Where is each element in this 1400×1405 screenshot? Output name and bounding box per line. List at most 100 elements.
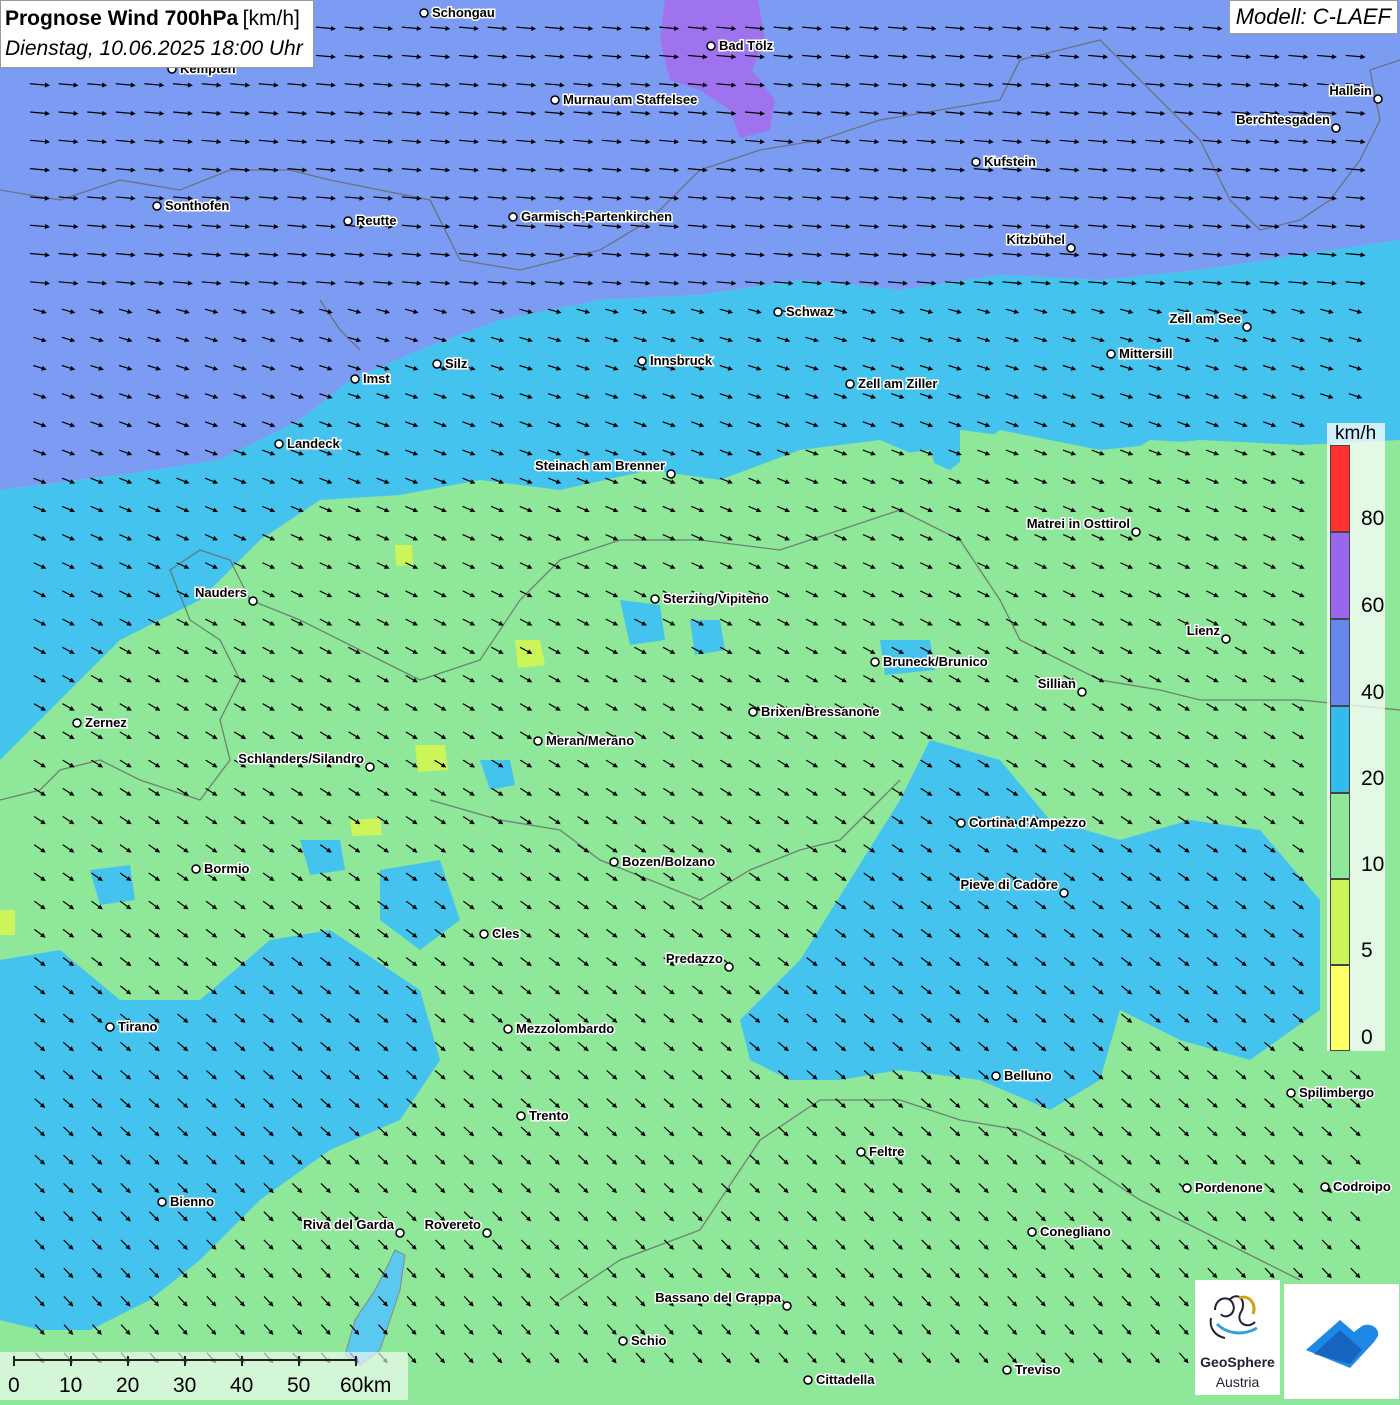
city-dot (1373, 94, 1383, 104)
city-label: Garmisch-Partenkirchen (521, 209, 672, 224)
legend-label-60: 60 (1361, 594, 1385, 617)
city-dot (1221, 634, 1231, 644)
city-marker: Schongau (419, 4, 496, 22)
city-label: Imst (363, 371, 390, 386)
city-label: Hallein (1329, 83, 1372, 98)
city-label: Schwaz (786, 304, 834, 319)
city-label: Bienno (170, 1194, 214, 1209)
city-marker: Spilimbergo (1286, 1084, 1376, 1102)
legend-swatch-40 (1330, 619, 1350, 706)
city-dot (157, 1197, 167, 1207)
legend-swatch-5 (1330, 879, 1350, 965)
city-label: Innsbruck (650, 353, 713, 368)
city-label: Belluno (1004, 1068, 1052, 1083)
city-marker: Pordenone (1182, 1179, 1264, 1197)
city-label: Tirano (118, 1019, 158, 1034)
city-dot (1286, 1088, 1296, 1098)
city-label: Schongau (432, 5, 495, 20)
city-label: Predazzo (666, 951, 723, 966)
wind-map: SchongauBad TölzKemptenMurnau am Staffel… (0, 0, 1400, 1400)
city-dot (650, 594, 660, 604)
city-label: Cortina d'Ampezzo (969, 815, 1086, 830)
city-dot (343, 216, 353, 226)
city-marker: Sterzing/Vipiteno (650, 590, 770, 608)
legend-unit: km/h (1335, 423, 1377, 444)
city-dot (1027, 1227, 1037, 1237)
city-dot (773, 307, 783, 317)
city-dot (845, 379, 855, 389)
city-label: Sonthofen (165, 198, 229, 213)
city-label: Zernez (85, 715, 127, 730)
model-label: Modell: C-LAEF (1228, 0, 1398, 34)
geosphere-emblem-icon (1209, 1295, 1258, 1339)
city-dot (533, 736, 543, 746)
city-dot (479, 929, 489, 939)
city-marker: Mezzolombardo (503, 1020, 616, 1038)
scale-bar: 0 10 20 30 40 50 60km (0, 1352, 408, 1400)
city-label: Reutte (356, 213, 396, 228)
city-marker: Innsbruck (637, 352, 714, 370)
city-label: Mittersill (1119, 346, 1172, 361)
city-label: Pordenone (1195, 1180, 1263, 1195)
city-dot (666, 469, 676, 479)
city-dot (956, 818, 966, 828)
city-label: Lienz (1187, 623, 1221, 638)
city-label: Rovereto (425, 1217, 481, 1232)
city-label: Bassano del Grappa (655, 1290, 781, 1305)
title-box: Prognose Wind 700hPa [km/h] Dienstag, 10… (0, 0, 314, 68)
city-dot (105, 1022, 115, 1032)
city-marker: Bruneck/Brunico (870, 653, 989, 671)
city-label: Feltre (869, 1144, 904, 1159)
city-marker: Conegliano (1027, 1223, 1112, 1241)
city-dot (637, 356, 647, 366)
city-label: Spilimbergo (1299, 1085, 1374, 1100)
city-dot (724, 962, 734, 972)
city-marker: Meran/Merano (533, 732, 636, 750)
city-dot (350, 374, 360, 384)
scale-label-40: 40 (230, 1374, 254, 1397)
city-label: Zell am See (1169, 311, 1241, 326)
city-label: Trento (529, 1108, 569, 1123)
city-label: Murnau am Staffelsee (563, 92, 697, 107)
city-dot (1331, 123, 1341, 133)
city-dot (248, 596, 258, 606)
city-dot (508, 212, 518, 222)
legend-swatch-20 (1330, 706, 1350, 793)
legend-swatch-80 (1330, 445, 1350, 532)
city-label: Conegliano (1040, 1224, 1111, 1239)
city-marker: Zell am Ziller (845, 375, 939, 393)
city-marker: Cortina d'Ampezzo (956, 814, 1088, 832)
city-label: Schlanders/Silandro (238, 751, 364, 766)
city-dot (618, 1336, 628, 1346)
city-dot (803, 1375, 813, 1385)
city-dot (72, 718, 82, 728)
city-label: Schio (631, 1333, 666, 1348)
city-dot (1077, 687, 1087, 697)
legend-label-0: 0 (1361, 1026, 1373, 1049)
city-label: Zell am Ziller (858, 376, 937, 391)
geosphere-logo: GeoSphere Austria (1195, 1280, 1280, 1395)
city-dot (706, 41, 716, 51)
app-logo[interactable] (1284, 1284, 1399, 1399)
city-marker: Murnau am Staffelsee (550, 91, 699, 109)
city-dot (870, 657, 880, 667)
geosphere-name: GeoSphere (1200, 1354, 1275, 1370)
city-dot (1106, 349, 1116, 359)
forecast-datetime: Dienstag, 10.06.2025 18:00 Uhr (5, 37, 303, 60)
legend-label-20: 20 (1361, 767, 1385, 790)
legend-swatch-60 (1330, 532, 1350, 619)
city-label: Matrei in Osttirol (1027, 516, 1130, 531)
city-label: Mezzolombardo (516, 1021, 614, 1036)
map-title-unit: [km/h] (242, 7, 300, 30)
map-title: Prognose Wind 700hPa (5, 7, 239, 30)
city-label: Meran/Merano (546, 733, 634, 748)
city-label: Steinach am Brenner (535, 458, 665, 473)
city-dot (1320, 1182, 1330, 1192)
city-dot (782, 1301, 792, 1311)
legend-swatch-10 (1330, 793, 1350, 879)
legend-swatch-0 (1330, 965, 1350, 1051)
city-label: Sterzing/Vipiteno (663, 591, 769, 606)
city-dot (482, 1228, 492, 1238)
legend-label-10: 10 (1361, 853, 1385, 876)
city-dot (1066, 243, 1076, 253)
